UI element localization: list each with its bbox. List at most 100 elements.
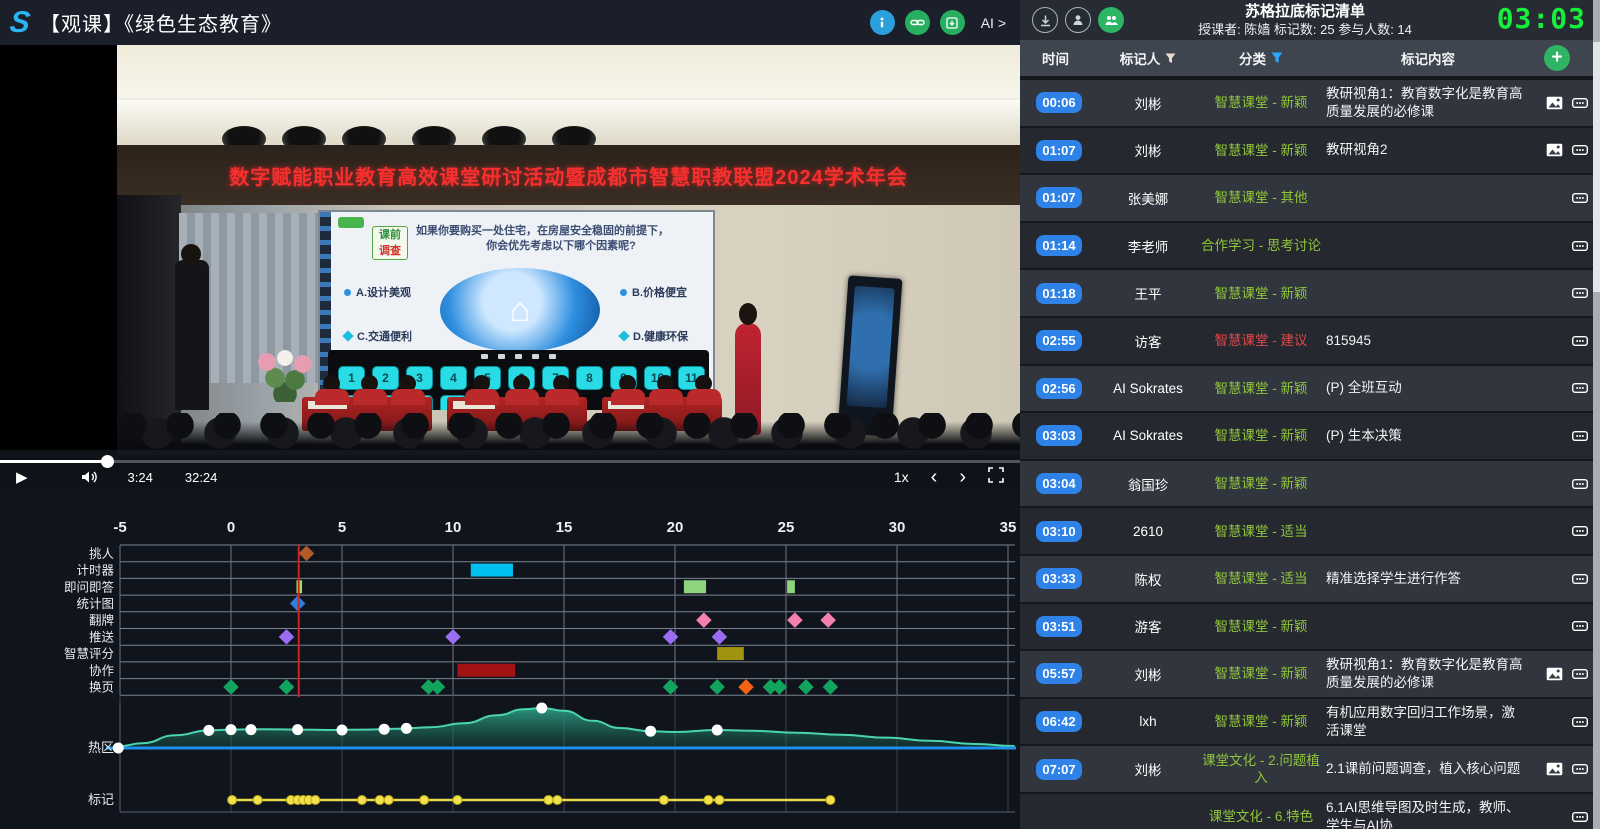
ai-button[interactable]: AI > <box>981 15 1006 31</box>
table-row[interactable]: 00:06 刘彬 智慧课堂 - 新颖 教研视角1：教育数字化是教育高质量发展的必… <box>1020 80 1600 126</box>
time-badge[interactable]: 03:51 <box>1036 616 1082 637</box>
svg-text:10: 10 <box>445 519 462 536</box>
time-badge[interactable]: 01:07 <box>1036 187 1082 208</box>
playback-speed[interactable]: 1x <box>894 469 909 485</box>
table-row[interactable]: 03:03 AI Sokrates 智慧课堂 - 新颖 (P) 生本决策 <box>1020 413 1600 459</box>
quiz-option-a: A.设计美观 <box>344 284 411 300</box>
table-row[interactable]: 01:18 王平 智慧课堂 - 新颖 <box>1020 270 1600 316</box>
table-row[interactable]: 03:10 2610 智慧课堂 - 适当 <box>1020 508 1600 554</box>
link-icon[interactable] <box>1572 145 1588 155</box>
time-badge[interactable]: 05:57 <box>1036 663 1082 684</box>
time-badge[interactable]: 03:04 <box>1036 473 1082 494</box>
page-title: 【观课】《绿色生态教育》 <box>40 8 282 37</box>
image-icon[interactable] <box>1546 96 1563 110</box>
col-content: 标记内容 <box>1326 48 1530 68</box>
time-badge[interactable]: 07:07 <box>1036 759 1082 780</box>
link-icon[interactable] <box>1572 812 1588 822</box>
link-icon[interactable] <box>1572 574 1588 584</box>
link-icon[interactable] <box>1572 241 1588 251</box>
table-row[interactable]: 05:57 刘彬 智慧课堂 - 新颖 教研视角1：教育数字化是教育高质量发展的必… <box>1020 651 1600 697</box>
link-icon[interactable] <box>1572 621 1588 631</box>
person-icon[interactable] <box>1065 7 1091 33</box>
content-text: (P) 全班互动 <box>1326 379 1530 397</box>
time-badge[interactable]: 01:18 <box>1036 283 1082 304</box>
table-row[interactable]: 01:14 李老师 合作学习 - 思考讨论 <box>1020 223 1600 269</box>
volume-icon[interactable] <box>80 469 98 485</box>
content-text: 815945 <box>1326 332 1530 350</box>
category-label: 智慧课堂 - 新颖 <box>1196 281 1326 306</box>
add-mark-button[interactable]: + <box>1544 45 1570 71</box>
answer-button[interactable]: 8 <box>576 366 603 390</box>
filter-icon[interactable] <box>1165 53 1176 64</box>
time-badge[interactable]: 01:14 <box>1036 235 1082 256</box>
image-icon[interactable] <box>1546 762 1563 776</box>
progress-bar[interactable] <box>0 460 1020 463</box>
link-icon[interactable] <box>1572 431 1588 441</box>
scrollbar[interactable] <box>1593 0 1600 829</box>
time-badge[interactable]: 06:42 <box>1036 711 1082 732</box>
prev-icon[interactable]: ‹ <box>931 467 938 487</box>
link-icon[interactable] <box>1572 479 1588 489</box>
link-icon[interactable] <box>1572 288 1588 298</box>
col-marker[interactable]: 标记人 <box>1100 48 1196 68</box>
app-window: S 【观课】《绿色生态教育》 AI > <box>0 0 1600 829</box>
scrollbar-thumb[interactable] <box>1593 42 1600 292</box>
image-icon[interactable] <box>1546 143 1563 157</box>
next-icon[interactable]: › <box>959 467 966 487</box>
table-row[interactable]: 02:55 访客 智慧课堂 - 建议 815945 <box>1020 318 1600 364</box>
link-icon[interactable] <box>1572 526 1588 536</box>
svg-text:换页: 换页 <box>89 680 114 694</box>
link-icon[interactable] <box>1572 669 1588 679</box>
table-row[interactable]: 课堂文化 - 6.特色 6.1AI思维导图及时生成，教师、学生与AI协 <box>1020 794 1600 829</box>
table-row[interactable]: 03:33 陈权 智慧课堂 - 适当 精准选择学生进行作答 <box>1020 556 1600 602</box>
table-row[interactable]: 07:07 刘彬 课堂文化 - 2.问题植入 2.1课前问题调查，植入核心问题 <box>1020 746 1600 792</box>
svg-text:即问即答: 即问即答 <box>64 579 115 594</box>
time-badge[interactable]: 02:55 <box>1036 330 1082 351</box>
link-icon[interactable] <box>1572 193 1588 203</box>
marks-panel: 苏格拉底标记清单 授课者: 陈嫱 标记数: 25 参与人数: 14 03:03 … <box>1020 0 1600 829</box>
category-label: 合作学习 - 思考讨论 <box>1196 233 1326 258</box>
time-badge[interactable]: 03:03 <box>1036 425 1082 446</box>
fullscreen-icon[interactable] <box>988 467 1004 488</box>
link-icon[interactable] <box>905 10 930 35</box>
marks-table[interactable]: 00:06 刘彬 智慧课堂 - 新颖 教研视角1：教育数字化是教育高质量发展的必… <box>1020 80 1600 829</box>
image-icon[interactable] <box>1546 667 1563 681</box>
time-badge[interactable]: 03:33 <box>1036 568 1082 589</box>
time-badge[interactable]: 02:56 <box>1036 378 1082 399</box>
svg-text:-5: -5 <box>113 519 126 536</box>
video-frame: 数字赋能职业教育高效课堂研讨活动暨成都市智慧职教联盟2024学术年会 课前 调查… <box>117 45 1020 455</box>
table-row[interactable]: 01:07 刘彬 智慧课堂 - 新颖 教研视角2 <box>1020 128 1600 174</box>
col-category[interactable]: 分类 <box>1196 48 1326 68</box>
time-badge[interactable]: 03:10 <box>1036 521 1082 542</box>
timeline-chart[interactable]: -505101520253035挑人计时器即问即答统计图翻牌推送智慧评分协作换页… <box>0 490 1020 829</box>
export-icon[interactable] <box>940 10 965 35</box>
download-icon[interactable] <box>1032 7 1058 33</box>
category-label: 智慧课堂 - 新颖 <box>1196 138 1326 163</box>
play-button[interactable]: ▶ <box>16 468 28 486</box>
table-row[interactable]: 01:07 张美娜 智慧课堂 - 其他 <box>1020 175 1600 221</box>
svg-text:0: 0 <box>227 519 235 536</box>
info-icon[interactable] <box>870 10 895 35</box>
table-row[interactable]: 03:51 游客 智慧课堂 - 新颖 <box>1020 604 1600 650</box>
table-row[interactable]: 02:56 AI Sokrates 智慧课堂 - 新颖 (P) 全班互动 <box>1020 366 1600 412</box>
table-row[interactable]: 03:04 翁国珍 智慧课堂 - 新颖 <box>1020 461 1600 507</box>
link-icon[interactable] <box>1572 336 1588 346</box>
marker-name: AI Sokrates <box>1100 428 1196 443</box>
answer-button[interactable]: 4 <box>440 366 467 390</box>
video-player[interactable]: 数字赋能职业教育高效课堂研讨活动暨成都市智慧职教联盟2024学术年会 课前 调查… <box>0 45 1020 490</box>
time-badge[interactable]: 00:06 <box>1036 92 1082 113</box>
table-row[interactable]: 06:42 lxh 智慧课堂 - 新颖 有机应用数字回归工作场景，激活课堂 <box>1020 699 1600 745</box>
quiz-graphic: ⌂ <box>440 268 600 352</box>
link-icon[interactable] <box>1572 383 1588 393</box>
left-header: S 【观课】《绿色生态教育》 AI > <box>0 0 1020 45</box>
time-badge[interactable]: 01:07 <box>1036 140 1082 161</box>
student-figure <box>391 375 425 405</box>
link-icon[interactable] <box>1572 717 1588 727</box>
marker-name: 刘彬 <box>1100 664 1196 684</box>
student-figure <box>465 375 499 405</box>
link-icon[interactable] <box>1572 764 1588 774</box>
participants-icon[interactable] <box>1098 7 1124 33</box>
link-icon[interactable] <box>1572 98 1588 108</box>
video-controls: ▶ 3:24 32:24 1x ‹ › <box>0 450 1020 490</box>
filter-active-icon[interactable] <box>1271 52 1283 64</box>
